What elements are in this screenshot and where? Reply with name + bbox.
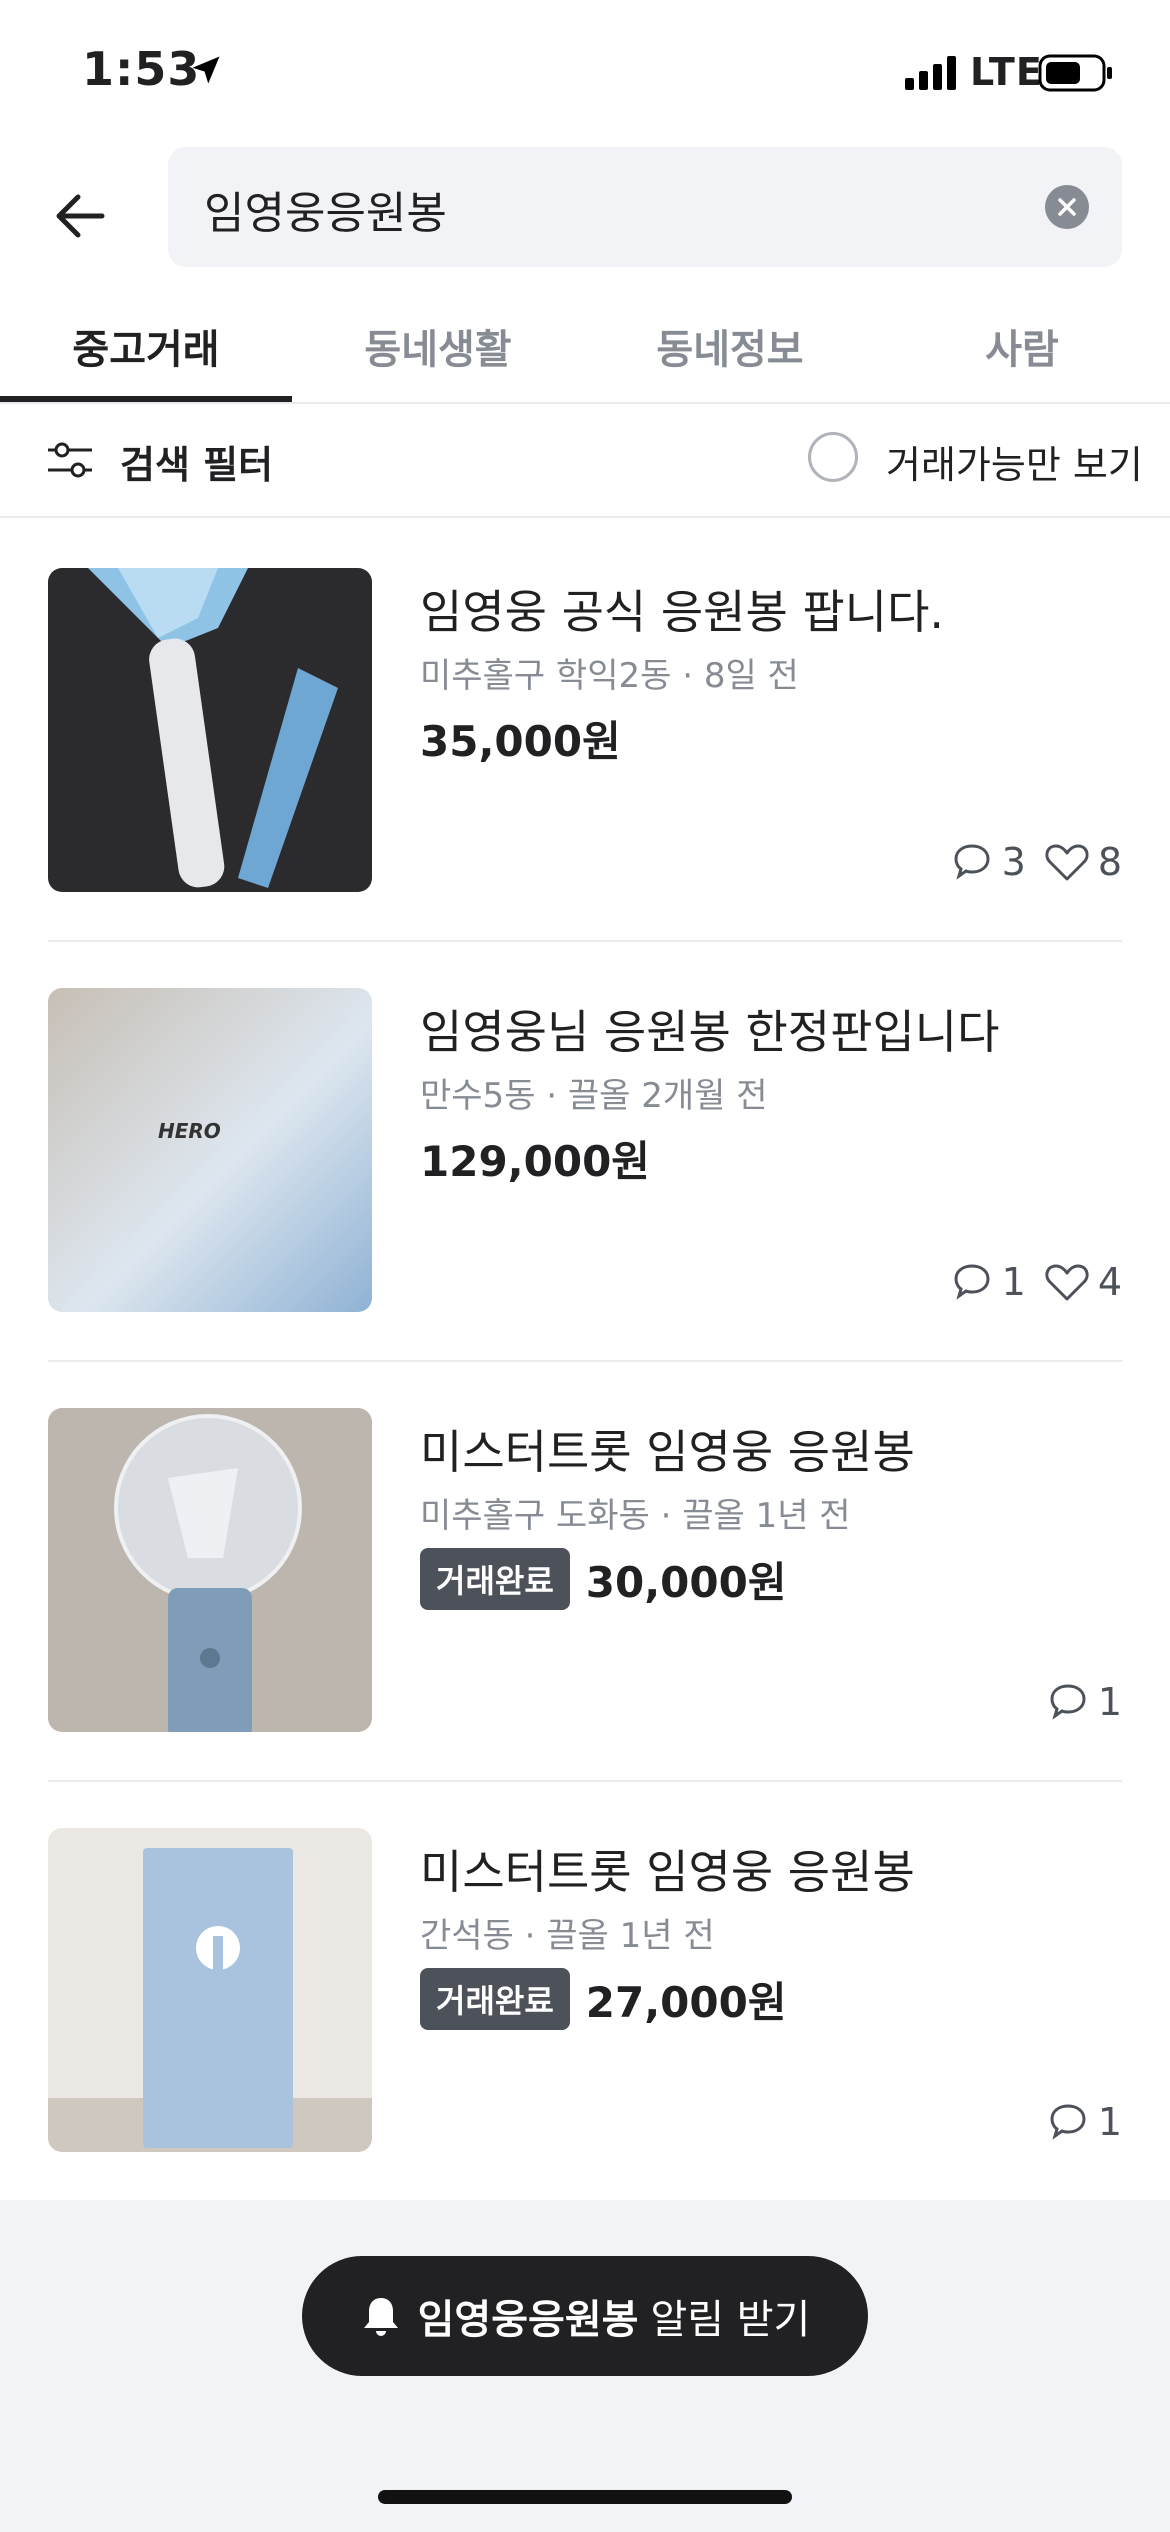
status-bar: 1:53 LTE [0, 0, 1170, 140]
like-count: 4 [1097, 1260, 1122, 1304]
listing-title: 미스터트롯 임영웅 응원봉 [420, 1425, 915, 1479]
listing-meta: 미추홀구 도화동 · 끌올 1년 전 [420, 1496, 851, 1536]
search-query: 임영웅응원봉 [204, 188, 447, 239]
divider [48, 1360, 1122, 1362]
listing-title: 임영웅님 응원봉 한정판입니다 [420, 1005, 1000, 1059]
listing-price: 129,000원 [420, 1137, 650, 1186]
listing-item[interactable]: 미스터트롯 임영웅 응원봉 간석동 · 끌올 1년 전 거래완료 27,000원… [48, 1828, 1122, 2246]
listing-item[interactable]: 미스터트롯 임영웅 응원봉 미추홀구 도화동 · 끌올 1년 전 거래완료 30… [48, 1408, 1122, 1826]
listing-stats: 1 4 [932, 1260, 1122, 1304]
listing-stats: 1 [1028, 1680, 1122, 1724]
bell-icon [363, 2298, 398, 2336]
tab-neighborhood-life[interactable]: 동네생활 [292, 290, 584, 402]
back-arrow-icon [56, 194, 105, 238]
status-badge: 거래완료 [420, 1548, 570, 1610]
divider [48, 1780, 1122, 1782]
listing-thumbnail [48, 1828, 372, 2152]
like-count: 8 [1097, 840, 1122, 884]
chat-bubble-icon [954, 1264, 990, 1300]
heart-icon [1045, 844, 1089, 881]
chat-bubble-icon [1050, 2104, 1086, 2140]
filter-sliders-icon[interactable] [46, 440, 94, 484]
comment-count: 1 [1001, 1260, 1026, 1304]
listing-thumbnail: HERO [48, 988, 372, 1312]
location-arrow-icon [188, 52, 224, 92]
heart-icon [1045, 1264, 1089, 1301]
comment-count: 1 [1097, 2100, 1122, 2144]
battery-icon [1038, 54, 1114, 96]
listing-meta: 미추홀구 학익2동 · 8일 전 [420, 656, 799, 696]
close-icon [1058, 198, 1076, 216]
comment-count: 1 [1097, 1680, 1122, 1724]
chat-bubble-icon [1050, 1684, 1086, 1720]
listing-meta: 간석동 · 끌올 1년 전 [420, 1916, 715, 1956]
listing-item[interactable]: 임영웅 공식 응원봉 팝니다. 미추홀구 학익2동 · 8일 전 35,000원… [48, 568, 1122, 986]
listing-meta: 만수5동 · 끌올 2개월 전 [420, 1076, 768, 1116]
status-time: 1:53 [82, 42, 201, 96]
clear-search-button[interactable] [1045, 185, 1089, 229]
listing-item[interactable]: HERO 임영웅님 응원봉 한정판입니다 만수5동 · 끌올 2개월 전 129… [48, 988, 1122, 1406]
listing-title: 미스터트롯 임영웅 응원봉 [420, 1845, 915, 1899]
tab-people[interactable]: 사람 [876, 290, 1168, 402]
listing-title: 임영웅 공식 응원봉 팝니다. [420, 585, 945, 639]
active-tab-indicator [0, 396, 292, 402]
listing-stats: 3 8 [932, 840, 1122, 884]
filter-row: 검색 필터 거래가능만 보기 [0, 404, 1170, 518]
chat-bubble-icon [954, 844, 990, 880]
search-input[interactable]: 임영웅응원봉 [168, 147, 1122, 267]
tab-used-trade[interactable]: 중고거래 [0, 290, 292, 402]
comment-count: 3 [1001, 840, 1026, 884]
keyword-alert-button[interactable]: 임영웅응원봉 알림 받기 [302, 2256, 868, 2376]
tab-neighborhood-info[interactable]: 동네정보 [584, 290, 876, 402]
listing-stats: 1 [1028, 2100, 1122, 2144]
divider [48, 940, 1122, 942]
listing-thumbnail [48, 1408, 372, 1732]
home-indicator [378, 2490, 792, 2504]
category-tabs: 중고거래 동네생활 동네정보 사람 [0, 290, 1170, 404]
available-only-radio[interactable] [808, 432, 858, 482]
listing-price: 27,000원 [585, 1977, 787, 2027]
available-only-label[interactable]: 거래가능만 보기 [886, 434, 1143, 489]
back-button[interactable] [40, 176, 120, 256]
network-type: LTE [970, 50, 1043, 94]
svg-text:HERO: HERO [158, 1119, 221, 1143]
alert-keyword: 임영웅응원봉 [417, 2297, 639, 2343]
listing-price: 30,000원 [585, 1557, 787, 1607]
search-filter-button[interactable]: 검색 필터 [120, 434, 273, 489]
status-badge: 거래완료 [420, 1968, 570, 2030]
alert-label: 알림 받기 [650, 2297, 811, 2343]
listing-thumbnail [48, 568, 372, 892]
cellular-signal-icon [905, 56, 961, 94]
bottom-area: 임영웅응원봉 알림 받기 [0, 2200, 1170, 2532]
listing-price: 35,000원 [420, 717, 621, 766]
